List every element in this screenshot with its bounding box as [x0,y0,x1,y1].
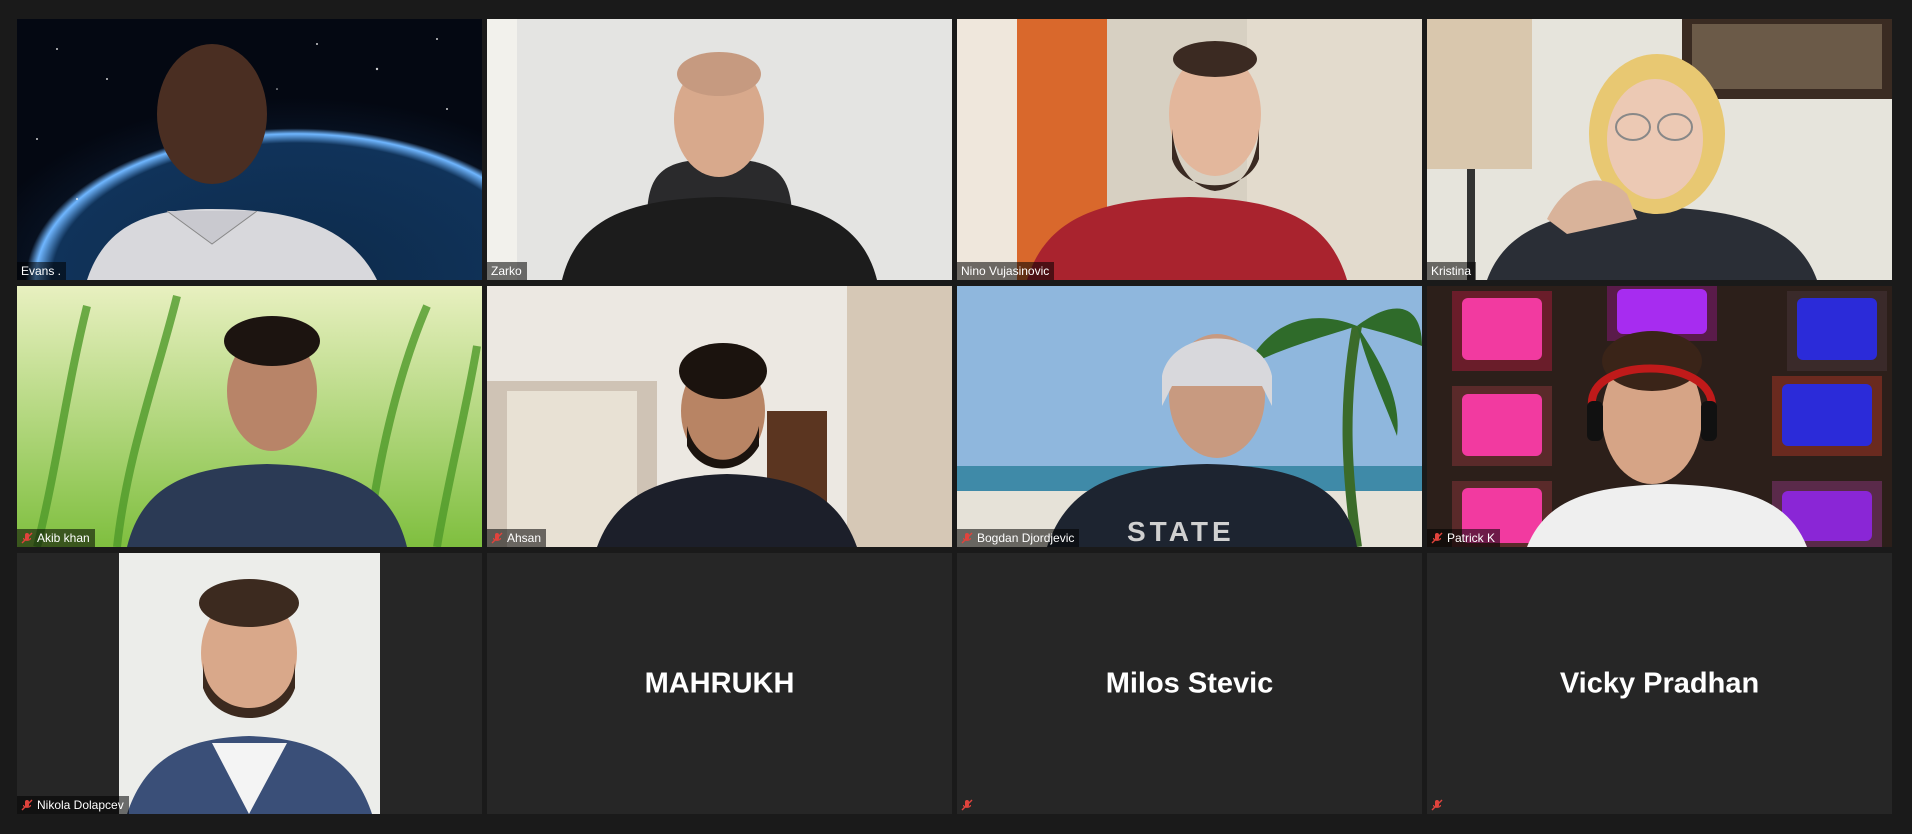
participant-tile-kristina[interactable]: Kristina [1427,19,1892,280]
microphone-muted-icon [1431,798,1443,811]
shirt-print-text: STATE [1127,516,1235,547]
participant-name: Zarko [491,264,522,278]
video-feed-patrick-k [1427,286,1892,547]
name-label: Patrick K [1427,529,1501,547]
participant-name: Akib khan [37,531,90,545]
participant-tile-bogdan-djordjevic[interactable]: STATE Bogdan Djordjevic [957,286,1422,547]
participant-tile-ahsan[interactable]: Ahsan [487,286,952,547]
video-feed-evans [17,19,482,280]
participant-tile-akib-khan[interactable]: Akib khan [17,286,482,547]
name-label: Nino Vujasinovic [957,262,1055,280]
video-feed-nino [957,19,1422,280]
participant-tile-milos-stevic[interactable]: Milos Stevic [957,553,1422,814]
participant-display-name: Milos Stevic [1105,667,1274,699]
participant-name: Kristina [1431,264,1472,278]
video-feed-akib-khan [17,286,482,547]
participant-tile-mahrukh[interactable]: MAHRUKH [487,553,952,814]
name-label: Zarko [487,262,527,280]
microphone-muted-icon [21,799,33,811]
name-label: Kristina [1427,262,1477,280]
participant-tile-zarko[interactable]: Zarko [487,19,952,280]
microphone-muted-icon [961,532,973,544]
participant-tile-evans[interactable]: Evans . [17,19,482,280]
participant-tile-vicky-pradhan[interactable]: Vicky Pradhan [1427,553,1892,814]
video-feed-bogdan-djordjevic: STATE [957,286,1422,547]
participant-name: Bogdan Djordjevic [977,531,1075,545]
participant-tile-patrick-k[interactable]: Patrick K [1427,286,1892,547]
participant-name: Nikola Dolapcev [37,798,124,812]
participant-tile-nikola-dolapcev[interactable]: Nikola Dolapcev [17,553,482,814]
name-label: Bogdan Djordjevic [957,529,1080,547]
name-label: Evans . [17,262,67,280]
participant-name: Nino Vujasinovic [961,264,1050,278]
participant-display-name: MAHRUKH [644,667,795,699]
participant-name: Evans . [21,264,62,278]
participant-name: Patrick K [1447,531,1496,545]
name-label: Nikola Dolapcev [17,796,129,814]
microphone-muted-icon [1431,532,1443,544]
video-feed-kristina [1427,19,1892,280]
profile-picture-nikola-dolapcev [17,553,482,814]
microphone-muted-icon [491,532,503,544]
microphone-muted-icon [961,798,973,811]
participant-display-name: Vicky Pradhan [1559,667,1760,699]
name-label: Akib khan [17,529,95,547]
gallery-view-grid: Evans . Zarko Nino Vujasinovic Kristina … [17,19,1892,816]
microphone-muted-icon [21,532,33,544]
video-feed-zarko [487,19,952,280]
participant-tile-nino[interactable]: Nino Vujasinovic [957,19,1422,280]
name-label: Ahsan [487,529,547,547]
video-feed-ahsan [487,286,952,547]
participant-name: Ahsan [507,531,542,545]
